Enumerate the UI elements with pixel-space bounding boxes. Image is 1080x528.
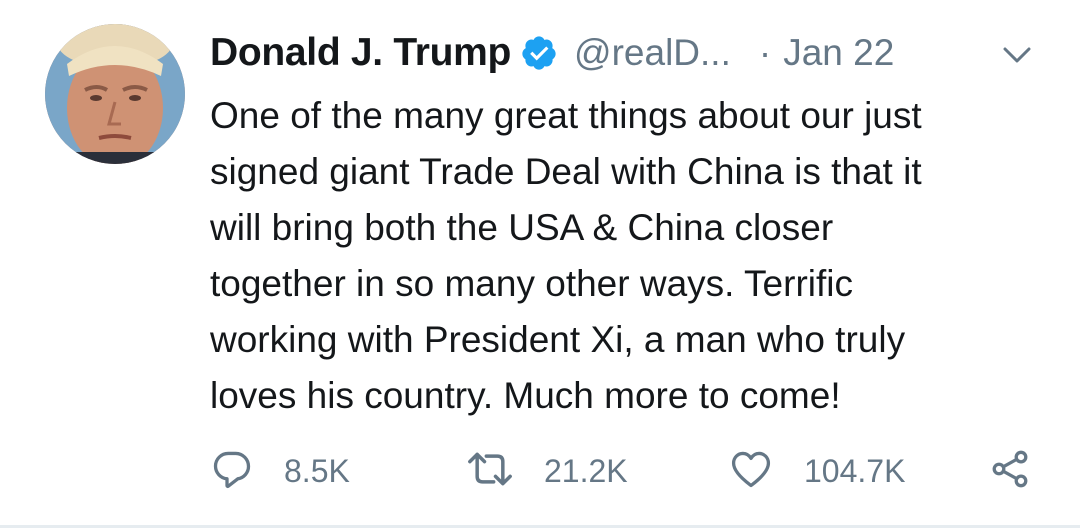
reply-icon <box>210 447 254 496</box>
retweet-icon <box>466 447 514 496</box>
separator-dot: · <box>758 32 772 73</box>
reply-count: 8.5K <box>284 452 350 489</box>
reply-button[interactable]: 8.5K <box>210 446 350 496</box>
tweet-date[interactable]: Jan 22 <box>783 32 894 74</box>
tweet-text: One of the many great things about our j… <box>210 88 1040 424</box>
tweet-text-line: One of the many great things about our j… <box>210 95 922 136</box>
retweet-button[interactable]: 21.2K <box>466 446 628 496</box>
tweet-text-line: will bring both the USA & China closer <box>210 207 834 248</box>
tweet-text-line: signed giant Trade Deal with China is th… <box>210 151 922 192</box>
share-button[interactable] <box>988 446 1032 496</box>
tweet-card[interactable]: Donald J. Trump @realD... · Jan 22 One o… <box>0 0 1080 528</box>
display-name[interactable]: Donald J. Trump <box>210 31 511 75</box>
verified-badge-icon <box>520 34 558 72</box>
like-button[interactable]: 104.7K <box>728 446 905 496</box>
heart-icon <box>728 447 774 496</box>
retweet-count: 21.2K <box>544 452 628 489</box>
like-count: 104.7K <box>804 452 906 489</box>
share-icon <box>988 447 1032 496</box>
tweet-text-line: together in so many other ways. Terrific <box>210 263 853 304</box>
tweet-actions: 8.5K 21.2K 104.7K <box>210 446 1050 496</box>
avatar[interactable] <box>45 24 185 164</box>
chevron-down-icon[interactable] <box>1002 44 1032 66</box>
user-handle[interactable]: @realD... <box>574 32 731 74</box>
tweet-text-line: loves his country. Much more to come! <box>210 375 841 416</box>
tweet-header: Donald J. Trump @realD... · Jan 22 <box>210 28 1040 78</box>
tweet-text-line: working with President Xi, a man who tru… <box>210 319 906 360</box>
